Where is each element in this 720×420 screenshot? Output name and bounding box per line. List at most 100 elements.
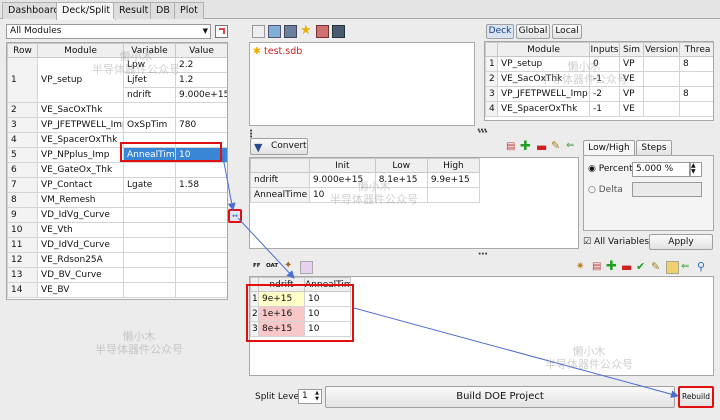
wand-icon[interactable]: ✦: [284, 260, 297, 273]
value-cell[interactable]: [175, 237, 227, 253]
module-cell[interactable]: VP_JFETPWELL_Imp: [37, 117, 124, 133]
variable-cell[interactable]: [123, 282, 176, 298]
table-cell[interactable]: -1: [589, 101, 620, 117]
table-icon[interactable]: ▤: [592, 261, 605, 274]
variable-cell[interactable]: [123, 222, 176, 238]
apply-button[interactable]: Apply: [649, 234, 713, 250]
build-doe-project-button[interactable]: Build DOE Project: [325, 386, 675, 408]
table-row[interactable]: 7 VP_Contact Lgate 1.58: [7, 177, 227, 193]
value-cell[interactable]: 10: [175, 147, 227, 163]
table-row[interactable]: ndrift 9.000e+15 8.1e+15 9.9e+15: [250, 172, 481, 188]
table-cell[interactable]: 1e+16: [258, 306, 305, 322]
table-row[interactable]: 1 VP_setup Lpw 2.2: [7, 57, 227, 103]
import-icon[interactable]: ⇐: [681, 261, 694, 274]
column-header[interactable]: Module: [497, 42, 590, 57]
table-row[interactable]: 14 VE_BV: [7, 282, 227, 298]
table-cell[interactable]: [643, 56, 680, 72]
module-cell[interactable]: VE_Rdson25A: [37, 252, 124, 268]
delta-input[interactable]: [632, 182, 702, 197]
module-cell[interactable]: VP_setup: [37, 57, 124, 103]
table-cell[interactable]: [643, 86, 680, 102]
chart-icon[interactable]: [284, 25, 297, 38]
row-header-cell[interactable]: 3: [250, 321, 259, 337]
variable-cell[interactable]: [123, 192, 176, 208]
table-cell[interactable]: [643, 71, 680, 87]
table-cell[interactable]: 10: [308, 187, 376, 203]
remove-icon[interactable]: ▬: [621, 260, 634, 274]
tab-steps[interactable]: Steps: [636, 140, 672, 156]
tab-plot[interactable]: Plot: [174, 2, 204, 19]
module-cell[interactable]: VM_Remesh: [37, 192, 124, 208]
module-cell[interactable]: VE_Vth: [37, 222, 124, 238]
users-icon[interactable]: [332, 25, 345, 38]
folder-icon[interactable]: [666, 261, 679, 274]
value-cell[interactable]: 1.58: [175, 177, 227, 193]
table-cell[interactable]: 8: [679, 56, 713, 72]
table-cell[interactable]: [643, 101, 680, 117]
variable-cell[interactable]: [123, 237, 176, 253]
star-icon[interactable]: ★: [300, 24, 313, 37]
variable-cell[interactable]: Lpw: [123, 57, 176, 73]
table-row[interactable]: 6 VE_GateOx_Thk: [7, 162, 227, 178]
value-cell[interactable]: [175, 102, 227, 118]
splitter-handle-3[interactable]: ⋯: [478, 128, 488, 138]
table-cell[interactable]: 9.9e+15: [426, 172, 481, 188]
table-row[interactable]: 3 VP_JFETPWELL_Imp -2 VP 8: [485, 86, 713, 102]
value-cell[interactable]: [175, 162, 227, 178]
table-row[interactable]: 13 VD_BV_Curve: [7, 267, 227, 283]
add-icon[interactable]: ✚: [606, 259, 619, 274]
column-header[interactable]: Low: [374, 158, 428, 173]
col-header-variable[interactable]: Variable: [123, 43, 176, 58]
table-row[interactable]: 2 VE_SacOxThk: [7, 102, 227, 118]
value-cell[interactable]: [175, 222, 227, 238]
table-cell[interactable]: 8.1e+15: [374, 172, 428, 188]
table-cell[interactable]: [426, 187, 481, 203]
value-cell[interactable]: 2.2: [175, 57, 227, 73]
variable-cell[interactable]: ndrift: [123, 87, 176, 103]
variable-cell[interactable]: [123, 207, 176, 223]
table-row[interactable]: 1 VP_setup 0 VP 8: [485, 56, 713, 72]
table-icon[interactable]: ▤: [506, 141, 519, 154]
remove-icon[interactable]: ▬: [536, 140, 549, 154]
add-icon[interactable]: ✚: [520, 139, 533, 154]
value-cell[interactable]: [175, 207, 227, 223]
ff-button[interactable]: FF: [253, 263, 261, 269]
column-header[interactable]: Inputs: [589, 42, 620, 57]
table-cell[interactable]: 0: [589, 56, 620, 72]
rebuild-button[interactable]: Rebuild: [678, 386, 714, 408]
table-row[interactable]: 1 9e+15 10: [250, 291, 351, 307]
col-header-row[interactable]: Row: [7, 43, 38, 58]
table-row[interactable]: 5 VP_NPplus_Imp AnnealTime 10: [7, 147, 227, 163]
clear-icon[interactable]: ✎: [651, 260, 664, 273]
tab-deck[interactable]: Deck: [486, 24, 514, 39]
module-cell[interactable]: VP_NPplus_Imp: [37, 147, 124, 163]
table-cell[interactable]: -2: [589, 86, 620, 102]
table-row[interactable]: 3 8e+15 10: [250, 321, 351, 337]
variable-cell[interactable]: [123, 252, 176, 268]
column-header[interactable]: Version: [643, 42, 680, 57]
table-cell[interactable]: 8: [679, 86, 713, 102]
table-cell[interactable]: VP_JFETPWELL_Imp: [497, 86, 590, 102]
import-icon[interactable]: ⇐: [566, 140, 579, 153]
module-filter-select[interactable]: All Modules ▼: [6, 24, 211, 39]
splitter-handle-4[interactable]: ⋯: [478, 250, 488, 260]
row-header-cell[interactable]: 2: [485, 71, 498, 87]
col-header-module[interactable]: Module: [37, 43, 124, 58]
export-icon[interactable]: [215, 25, 228, 38]
value-cell[interactable]: 1.2: [175, 72, 227, 88]
module-cell[interactable]: VE_SpacerOxThk: [37, 132, 124, 148]
table-row[interactable]: 10 VE_Vth: [7, 222, 227, 238]
table-cell[interactable]: VP: [619, 86, 644, 102]
table-cell[interactable]: VP_setup: [497, 56, 590, 72]
table-row[interactable]: 11 VD_IdVd_Curve: [7, 237, 227, 253]
table-cell[interactable]: 9.000e+15: [308, 172, 376, 188]
variable-cell[interactable]: OxSpTim: [123, 117, 176, 133]
value-cell[interactable]: [175, 192, 227, 208]
open-icon[interactable]: [316, 25, 329, 38]
file-item[interactable]: ✱ test.sdb: [253, 46, 302, 57]
tab-low-high[interactable]: Low/High: [583, 140, 635, 156]
variable-cell[interactable]: Ljfet: [123, 72, 176, 88]
image-icon[interactable]: [268, 25, 281, 38]
value-cell[interactable]: [175, 267, 227, 283]
module-cell[interactable]: VD_BV_Curve: [37, 267, 124, 283]
